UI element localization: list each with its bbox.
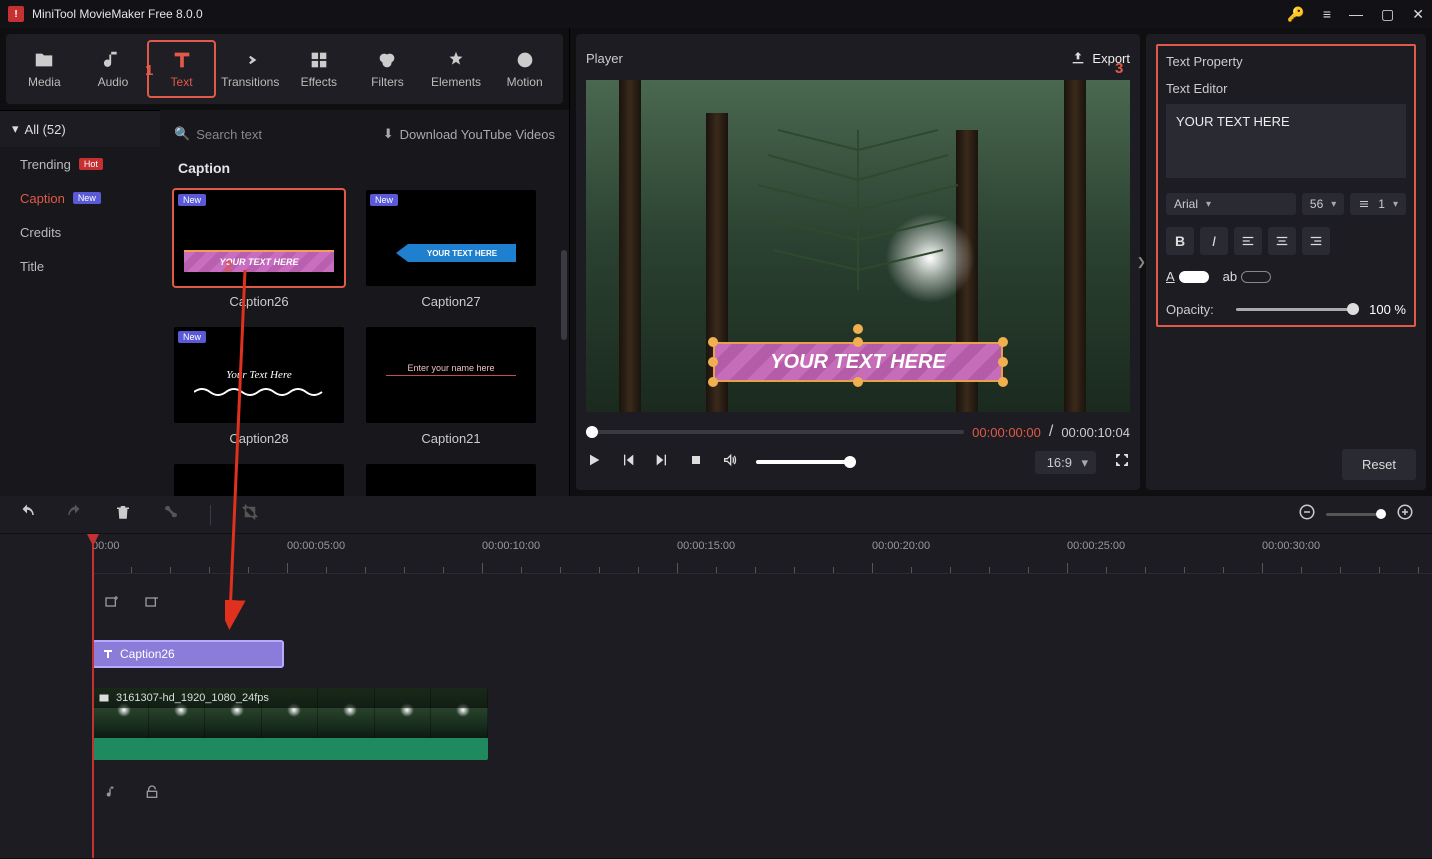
minimize-icon[interactable]: — bbox=[1349, 6, 1363, 22]
font-family-select[interactable]: Arial▾ bbox=[1166, 193, 1296, 215]
sidebar-item-title[interactable]: Title bbox=[0, 249, 160, 283]
text-overlay[interactable]: YOUR TEXT HERE bbox=[713, 342, 1003, 382]
text-editor-label: Text Editor bbox=[1166, 81, 1406, 96]
time-total: 00:00:10:04 bbox=[1061, 425, 1130, 440]
tab-filters[interactable]: Filters bbox=[353, 40, 422, 98]
gallery-section-title: Caption bbox=[178, 160, 555, 176]
download-icon: ⬇ bbox=[383, 126, 394, 142]
undo-button[interactable] bbox=[18, 503, 36, 526]
align-right-button[interactable] bbox=[1302, 227, 1330, 255]
panel-collapse-icon[interactable]: ❯ bbox=[1137, 256, 1146, 269]
text-editor-input[interactable] bbox=[1166, 104, 1406, 178]
redo-button[interactable] bbox=[66, 503, 84, 526]
text-color-picker[interactable]: A bbox=[1166, 269, 1209, 284]
player-panel: Player Export bbox=[576, 34, 1140, 490]
player-title: Player bbox=[586, 51, 623, 66]
timeline: 00:0000:00:05:0000:00:10:0000:00:15:0000… bbox=[0, 496, 1432, 858]
export-button[interactable]: Export bbox=[1070, 50, 1130, 66]
zoom-in-button[interactable] bbox=[1396, 503, 1414, 526]
tab-audio[interactable]: Audio bbox=[79, 40, 148, 98]
tab-media[interactable]: Media bbox=[10, 40, 79, 98]
video-track[interactable]: 3161307-hd_1920_1080_24fps bbox=[92, 684, 1432, 764]
text-category-sidebar: ▾All (52) TrendingHot CaptionNew Credits… bbox=[0, 110, 160, 496]
zoom-out-button[interactable] bbox=[1298, 503, 1316, 526]
play-button[interactable] bbox=[586, 452, 602, 473]
delete-button[interactable] bbox=[114, 503, 132, 526]
chevron-down-icon: ▾ bbox=[12, 121, 19, 137]
opacity-slider[interactable] bbox=[1236, 308, 1359, 311]
volume-icon[interactable] bbox=[722, 452, 738, 473]
fern-decoration bbox=[718, 110, 998, 310]
playhead[interactable] bbox=[92, 534, 94, 858]
search-icon: 🔍 bbox=[174, 126, 190, 142]
fullscreen-button[interactable] bbox=[1114, 452, 1130, 473]
bold-button[interactable]: B bbox=[1166, 227, 1194, 255]
text-track[interactable]: Caption26 bbox=[92, 624, 1432, 684]
caption-thumb-21[interactable]: Enter your name here Caption21 bbox=[366, 327, 536, 446]
split-button[interactable] bbox=[162, 503, 180, 526]
title-bar: ! MiniTool MovieMaker Free 8.0.0 🔑 ≡ — ▢… bbox=[0, 0, 1432, 28]
audio-track-lock-icon[interactable] bbox=[144, 784, 160, 805]
stop-button[interactable] bbox=[688, 452, 704, 473]
property-panel: Text Property Text Editor Arial▾ 56▾ 1▾ … bbox=[1146, 34, 1426, 490]
download-youtube-link[interactable]: ⬇ Download YouTube Videos bbox=[383, 126, 555, 142]
hamburger-menu-icon[interactable]: ≡ bbox=[1323, 6, 1331, 22]
hot-badge: Hot bbox=[79, 158, 103, 170]
audio-track[interactable] bbox=[92, 764, 1432, 824]
text-gallery: 🔍 Search text ⬇ Download YouTube Videos … bbox=[160, 110, 569, 496]
remove-track-icon[interactable] bbox=[144, 594, 160, 615]
app-title: MiniTool MovieMaker Free 8.0.0 bbox=[32, 7, 1287, 21]
aspect-ratio-select[interactable]: 16:9 bbox=[1035, 451, 1096, 474]
new-badge: New bbox=[73, 192, 101, 204]
tab-elements[interactable]: Elements bbox=[422, 40, 491, 98]
player-preview[interactable]: YOUR TEXT HERE bbox=[586, 80, 1130, 412]
add-track-icon[interactable] bbox=[104, 594, 120, 615]
volume-slider[interactable] bbox=[756, 460, 856, 464]
align-left-button[interactable] bbox=[1234, 227, 1262, 255]
align-center-button[interactable] bbox=[1268, 227, 1296, 255]
timeline-fit-icon[interactable] bbox=[1270, 503, 1288, 526]
text-clip-caption26[interactable]: Caption26 bbox=[92, 640, 284, 668]
timeline-ruler[interactable]: 00:0000:00:05:0000:00:10:0000:00:15:0000… bbox=[92, 534, 1432, 574]
caption-thumb-28[interactable]: NewYour Text Here Caption28 bbox=[174, 327, 344, 446]
reset-button[interactable]: Reset bbox=[1342, 449, 1416, 480]
sidebar-all[interactable]: ▾All (52) bbox=[0, 111, 160, 147]
close-icon[interactable]: ✕ bbox=[1412, 6, 1424, 23]
gallery-scrollbar[interactable] bbox=[561, 250, 567, 340]
line-height-select[interactable]: 1▾ bbox=[1350, 193, 1406, 215]
sidebar-item-trending[interactable]: TrendingHot bbox=[0, 147, 160, 181]
tab-transitions[interactable]: Transitions bbox=[216, 40, 285, 98]
caption-thumb-26[interactable]: NewYOUR TEXT HERE Caption26 bbox=[174, 190, 344, 309]
time-current: 00:00:00:00 bbox=[972, 425, 1041, 440]
key-icon[interactable]: 🔑 bbox=[1287, 6, 1304, 23]
opacity-value: 100 % bbox=[1369, 302, 1406, 317]
opacity-label: Opacity: bbox=[1166, 302, 1226, 317]
app-logo: ! bbox=[8, 6, 24, 22]
tab-effects[interactable]: Effects bbox=[285, 40, 354, 98]
audio-track-icon bbox=[104, 784, 120, 805]
sidebar-item-credits[interactable]: Credits bbox=[0, 215, 160, 249]
caption-thumb-27[interactable]: NewYOUR TEXT HERE Caption27 bbox=[366, 190, 536, 309]
seek-slider[interactable] bbox=[586, 430, 964, 434]
tab-text[interactable]: Text bbox=[147, 40, 216, 98]
italic-button[interactable]: I bbox=[1200, 227, 1228, 255]
zoom-slider[interactable] bbox=[1326, 513, 1386, 516]
caption-thumb-23[interactable]: Enter your name here Caption23 bbox=[366, 464, 536, 496]
caption-thumb-22[interactable]: ▸Enter your name here Caption22 bbox=[174, 464, 344, 496]
font-size-select[interactable]: 56▾ bbox=[1302, 193, 1344, 215]
sidebar-item-caption[interactable]: CaptionNew bbox=[0, 181, 160, 215]
main-tabs: Media Audio Text Transitions Effects Fil… bbox=[6, 34, 563, 104]
maximize-icon[interactable]: ▢ bbox=[1381, 6, 1394, 23]
search-input[interactable]: 🔍 Search text bbox=[174, 126, 373, 142]
next-frame-button[interactable] bbox=[654, 452, 670, 473]
property-title: Text Property bbox=[1166, 54, 1406, 69]
tab-motion[interactable]: Motion bbox=[490, 40, 559, 98]
crop-button[interactable] bbox=[241, 503, 259, 526]
prev-frame-button[interactable] bbox=[620, 452, 636, 473]
video-clip[interactable]: 3161307-hd_1920_1080_24fps bbox=[92, 688, 488, 760]
highlight-color-picker[interactable]: ab bbox=[1223, 269, 1271, 284]
